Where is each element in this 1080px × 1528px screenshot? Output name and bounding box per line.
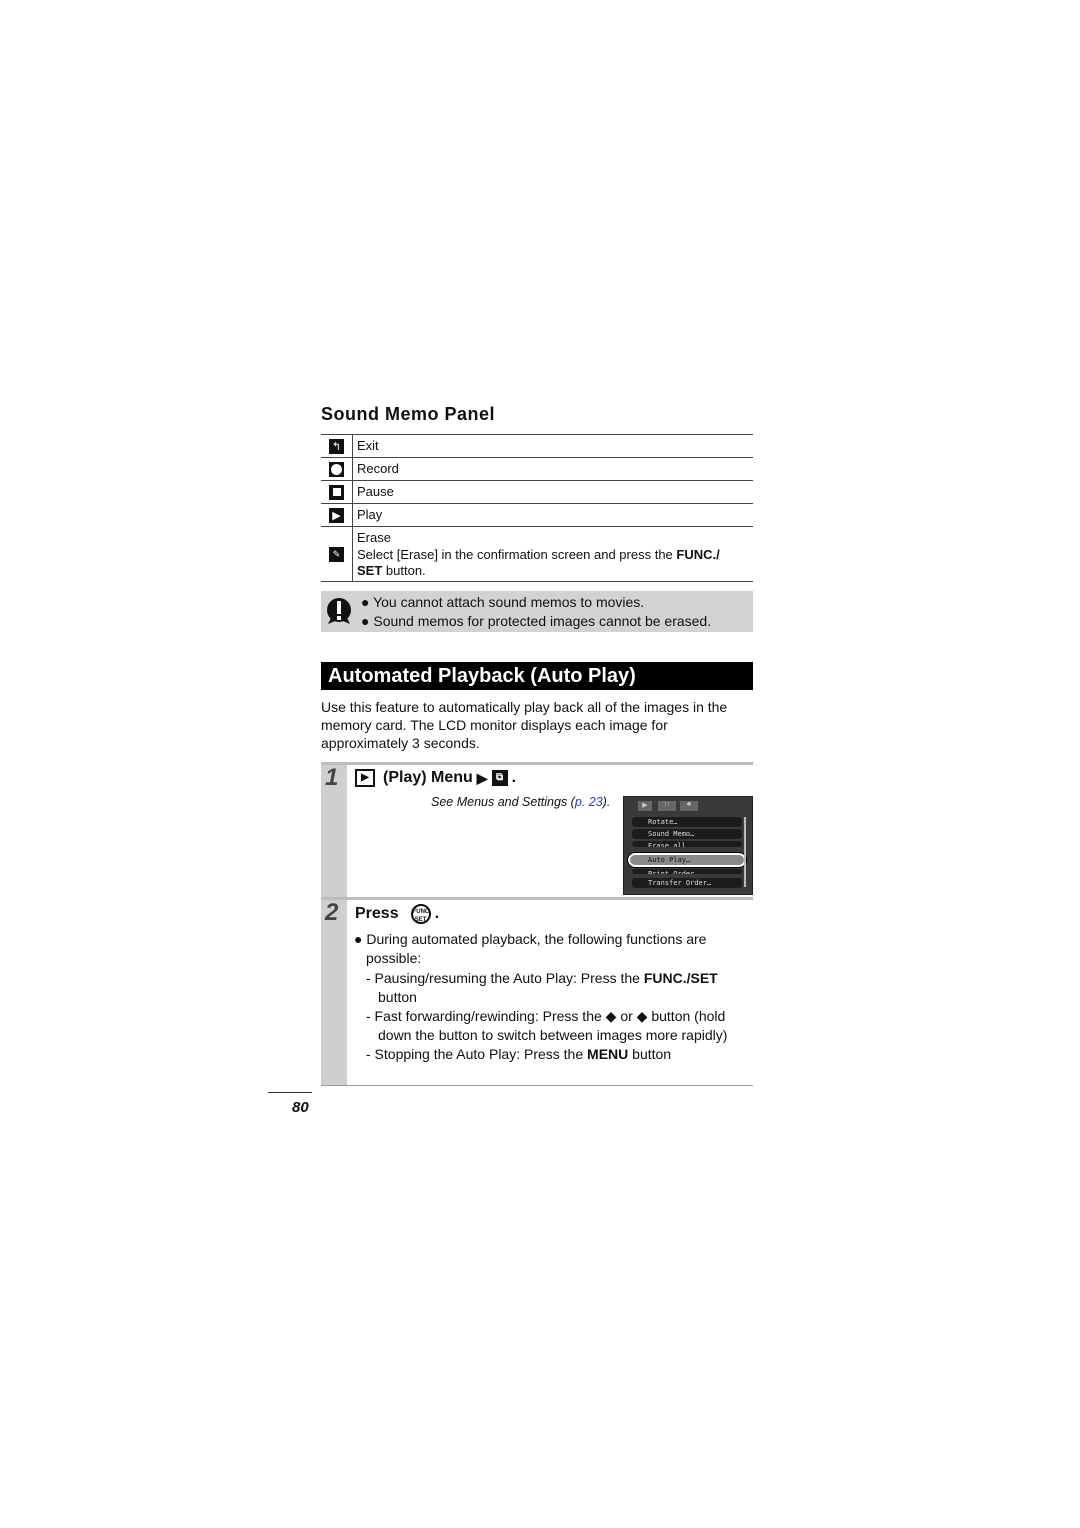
bullet-item: ● During automated playback, the followi… bbox=[354, 931, 707, 966]
lcd-item: Sound Memo… bbox=[632, 829, 742, 839]
lcd-menu-screenshot: ▶ ↑↑ ♣ Rotate… Sound Memo… Erase all… Au… bbox=[623, 796, 753, 895]
lcd-item: Print Order… bbox=[632, 869, 742, 874]
caution-icon bbox=[327, 598, 351, 624]
step-2: 2 Press FUNC SET. ● During automated pla… bbox=[321, 897, 753, 1086]
step-title: (Play) Menu bbox=[383, 769, 473, 786]
erase-icon: ✎ bbox=[329, 546, 344, 562]
row-label: Play bbox=[357, 507, 383, 522]
table-row: Record bbox=[321, 458, 753, 481]
lcd-tab: ▶ bbox=[638, 801, 652, 811]
table-row: ↰ Exit bbox=[321, 435, 753, 458]
lcd-tab: ↑↑ bbox=[658, 801, 676, 811]
page-number: 80 bbox=[292, 1099, 309, 1116]
left-arrow-icon: ◆ bbox=[605, 1008, 617, 1024]
manual-page: Sound Memo Panel ↰ Exit Record Pause ▶ P… bbox=[0, 0, 1080, 1528]
page-link[interactable]: p. 23 bbox=[575, 795, 603, 809]
row-label: Exit bbox=[357, 438, 379, 453]
arrow-right-icon: ▶ bbox=[476, 769, 488, 786]
table-row: ▶ Play bbox=[321, 504, 753, 527]
step-number: 1 bbox=[325, 764, 339, 791]
auto-play-icon: ⧉ bbox=[491, 770, 508, 786]
sub-item: - Pausing/resuming the Auto Play: Press … bbox=[366, 970, 718, 1005]
lcd-scrollbar bbox=[744, 817, 746, 887]
play-menu-icon: ▶ bbox=[355, 769, 375, 787]
func-set-button-icon: FUNC SET bbox=[410, 904, 431, 924]
lcd-item: Rotate… bbox=[632, 817, 742, 827]
step-title: Press bbox=[355, 905, 399, 922]
play-icon: ▶ bbox=[329, 507, 344, 523]
exit-icon: ↰ bbox=[329, 438, 344, 454]
row-label: Record bbox=[357, 461, 399, 476]
step-1: 1 ▶ (Play) Menu ▶ ⧉. See Menus and Setti… bbox=[321, 762, 753, 899]
table-row: Pause bbox=[321, 481, 753, 504]
caution-box: ● You cannot attach sound memos to movie… bbox=[321, 591, 753, 632]
row-description: Select [Erase] in the confirmation scree… bbox=[357, 546, 720, 579]
caution-item: ● You cannot attach sound memos to movie… bbox=[361, 594, 645, 610]
see-reference: See Menus and Settings (p. 23). bbox=[431, 795, 611, 809]
page-number-rule bbox=[268, 1092, 312, 1093]
lcd-item: Erase all… bbox=[632, 841, 742, 847]
row-label: Erase bbox=[357, 530, 391, 545]
right-arrow-icon: ◆ bbox=[636, 1008, 648, 1024]
sub-item: - Fast forwarding/rewinding: Press the ◆… bbox=[366, 1008, 728, 1043]
sound-memo-panel-heading: Sound Memo Panel bbox=[321, 404, 496, 424]
step-number: 2 bbox=[325, 899, 339, 926]
record-icon bbox=[329, 461, 344, 477]
sub-item: - Stopping the Auto Play: Press the MENU… bbox=[366, 1046, 672, 1062]
lcd-item-selected: Auto Play… bbox=[627, 852, 747, 868]
caution-item: ● Sound memos for protected images canno… bbox=[361, 612, 712, 629]
pause-icon bbox=[329, 484, 344, 500]
section-title: Automated Playback (Auto Play) bbox=[321, 662, 753, 690]
section-intro: Use this feature to automatically play b… bbox=[321, 699, 728, 751]
lcd-item: Transfer Order… bbox=[632, 878, 742, 888]
sound-memo-panel-table: ↰ Exit Record Pause ▶ Play ✎ Erase Selec… bbox=[321, 434, 753, 582]
lcd-tab: ♣ bbox=[680, 801, 698, 811]
row-label: Pause bbox=[357, 484, 394, 499]
table-row: ✎ Erase Select [Erase] in the confirmati… bbox=[321, 527, 753, 582]
